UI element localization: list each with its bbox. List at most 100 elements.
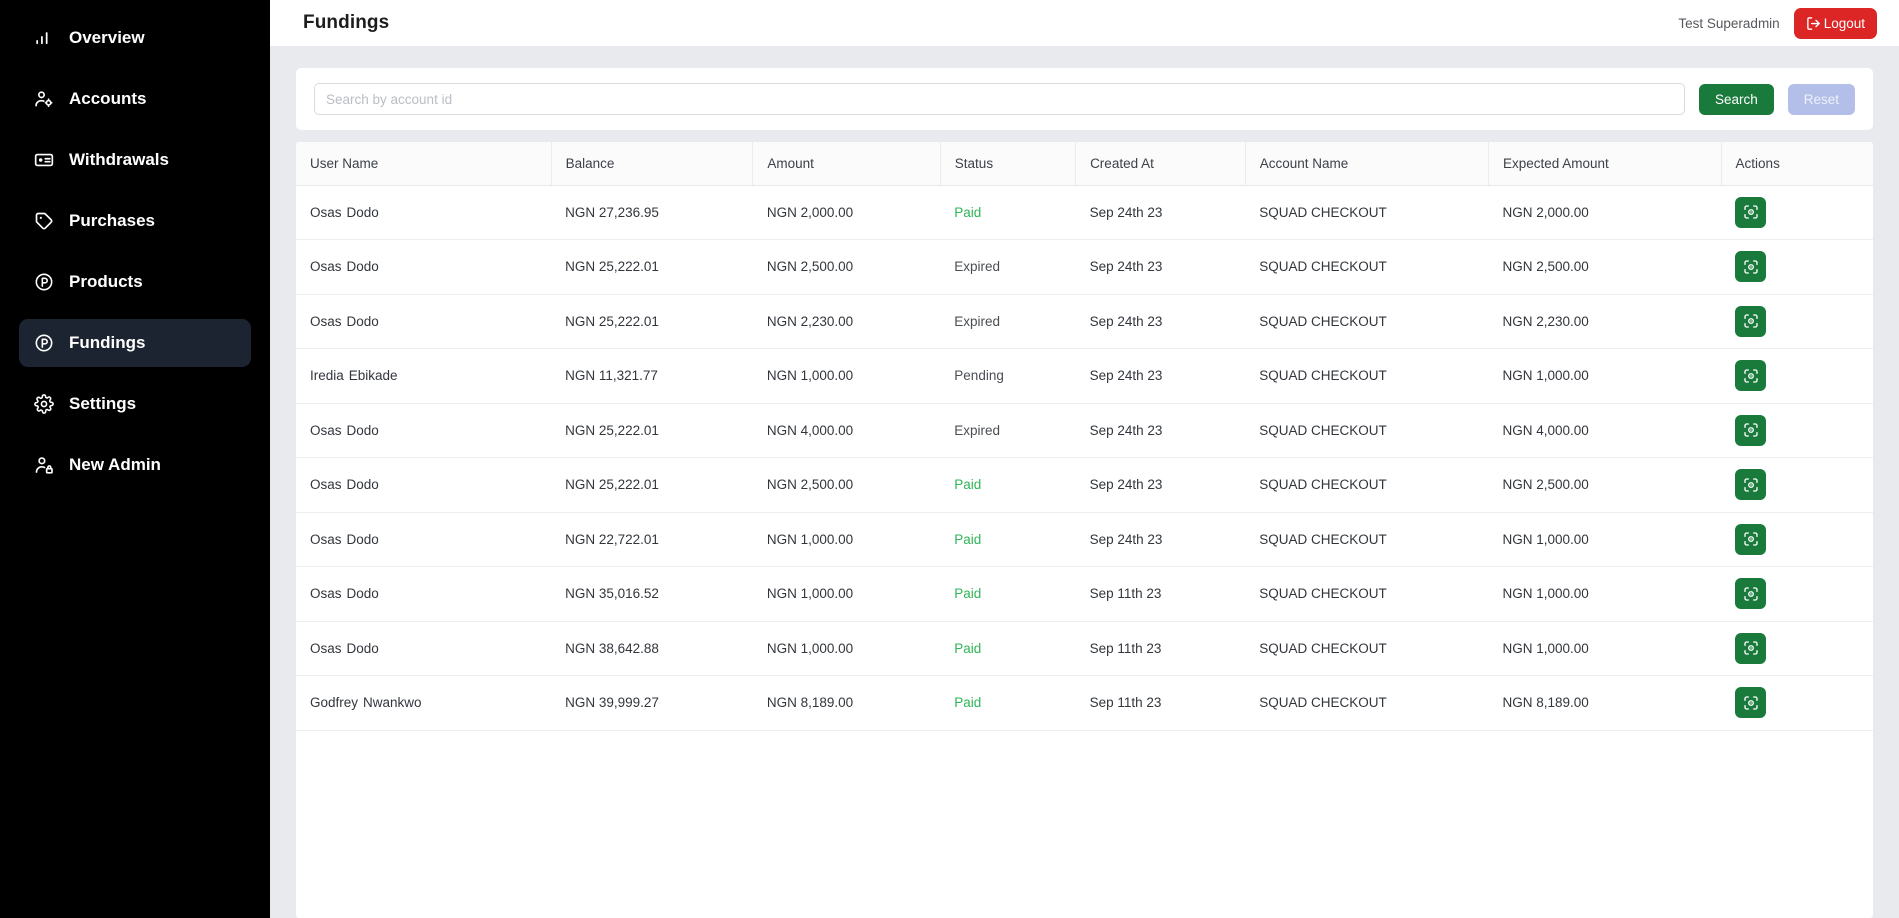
user-first-name: Osas [310,259,342,275]
column-header-user-name: User Name [296,142,552,186]
cell-balance: NGN 11,321.77 [551,348,753,404]
table-row: Godfrey Nwankwo NGN 39,999.27 NGN 8,189.00 P… [296,675,1873,731]
cell-account-name: SQUAD CHECKOUT [1245,457,1489,513]
cell-actions [1721,566,1873,622]
search-input[interactable] [314,83,1685,115]
cell-amount: NGN 2,500.00 [752,457,941,513]
status-badge: Expired [954,422,1001,438]
cell-created-at: Sep 24th 23 [1075,512,1246,567]
cell-amount: NGN 1,000.00 [752,566,941,622]
cell-user-name: Osas Dodo [296,512,552,567]
cell-created-at: Sep 24th 23 [1075,294,1246,349]
view-funding-button[interactable] [1735,251,1767,283]
status-badge: Pending [954,368,1004,384]
sidebar-item-products[interactable]: Products [19,258,251,306]
bar-chart-icon [33,28,54,49]
cell-expected-amount: NGN 1,000.00 [1488,512,1722,567]
cell-expected-amount: NGN 1,000.00 [1488,621,1722,676]
tag-icon [33,211,54,232]
search-button[interactable]: Search [1698,83,1774,115]
view-funding-button[interactable] [1735,687,1767,719]
table-row: Osas Dodo NGN 35,016.52 NGN 1,000.00 Paid Sep… [296,566,1873,622]
cell-user-name: Godfrey Nwankwo [296,675,552,731]
column-header-created-at: Created At [1075,142,1246,186]
cell-account-name: SQUAD CHECKOUT [1245,348,1489,404]
column-header-expected-amount: Expected Amount [1488,142,1722,186]
cell-balance: NGN 25,222.01 [551,294,753,349]
status-badge: Paid [954,531,982,547]
logout-label: Logout [1823,15,1865,31]
sidebar-item-label: Accounts [69,89,147,108]
view-funding-button[interactable] [1735,469,1767,501]
table-row: Osas Dodo NGN 22,722.01 NGN 1,000.00 Paid Sep… [296,512,1873,567]
status-badge: Paid [954,586,982,602]
cell-expected-amount: NGN 1,000.00 [1488,566,1722,622]
sidebar-item-fundings[interactable]: Fundings [19,319,251,367]
user-last-name: Ebikade [348,368,398,384]
sidebar-item-accounts[interactable]: Accounts [19,75,251,123]
cell-user-name: Osas Dodo [296,621,552,676]
cell-created-at: Sep 24th 23 [1075,239,1246,295]
sidebar-item-settings[interactable]: Settings [19,380,251,428]
cell-created-at: Sep 11th 23 [1075,566,1246,622]
user-first-name: Osas [310,586,342,602]
cell-actions [1721,621,1873,676]
cell-balance: NGN 25,222.01 [551,403,753,458]
scan-view-icon [1743,586,1759,602]
cell-user-name: Iredia Ebikade [296,348,552,404]
table-row: Osas Dodo NGN 25,222.01 NGN 2,500.00 Expired… [296,239,1873,295]
cell-status: Paid [940,621,1076,676]
cell-created-at: Sep 24th 23 [1075,403,1246,458]
cell-account-name: SQUAD CHECKOUT [1245,512,1489,567]
user-first-name: Osas [310,477,342,493]
sidebar-item-withdrawals[interactable]: Withdrawals [19,136,251,184]
reset-button[interactable]: Reset [1787,83,1855,115]
sidebar-item-overview[interactable]: Overview [19,14,251,62]
status-badge: Paid [954,640,982,656]
cell-balance: NGN 39,999.27 [551,675,753,731]
view-funding-button[interactable] [1735,360,1767,392]
cell-status: Expired [940,239,1076,295]
status-badge: Expired [954,259,1001,275]
cell-user-name: Osas Dodo [296,403,552,458]
view-funding-button[interactable] [1735,523,1767,555]
user-cog-icon [33,89,54,110]
cell-expected-amount: NGN 8,189.00 [1488,675,1722,731]
top-bar: Fundings Test Superadmin Logout [270,0,1899,46]
cell-expected-amount: NGN 2,500.00 [1488,239,1722,295]
cell-amount: NGN 2,500.00 [752,239,941,295]
cell-balance: NGN 22,722.01 [551,512,753,567]
cell-account-name: SQUAD CHECKOUT [1245,566,1489,622]
logout-button[interactable]: Logout [1793,7,1877,39]
view-funding-button[interactable] [1735,305,1767,337]
status-badge: Paid [954,695,982,711]
sidebar-item-new-admin[interactable]: New Admin [19,441,251,489]
logout-icon [1806,16,1821,31]
cell-expected-amount: NGN 4,000.00 [1488,403,1722,458]
cell-actions [1721,512,1873,567]
cell-created-at: Sep 11th 23 [1075,621,1246,676]
cell-user-name: Osas Dodo [296,566,552,622]
table-row: Osas Dodo NGN 25,222.01 NGN 2,500.00 Paid Sep… [296,457,1873,513]
cell-actions [1721,239,1873,295]
view-funding-button[interactable] [1735,196,1767,228]
sidebar-item-label: Purchases [69,211,155,230]
column-header-amount: Amount [752,142,941,186]
scan-view-icon [1743,204,1759,220]
sidebar-item-purchases[interactable]: Purchases [19,197,251,245]
sidebar-item-label: Settings [69,394,137,413]
user-last-name: Dodo [346,204,379,220]
view-funding-button[interactable] [1735,414,1767,446]
cell-created-at: Sep 24th 23 [1075,185,1246,240]
view-funding-button[interactable] [1735,632,1767,664]
cell-user-name: Osas Dodo [296,294,552,349]
cell-expected-amount: NGN 2,000.00 [1488,185,1722,240]
cell-amount: NGN 1,000.00 [752,348,941,404]
scan-view-icon [1743,531,1759,547]
fundings-table: User Name Balance Amount Status Created At Ac… [296,142,1873,731]
cell-status: Paid [940,512,1076,567]
view-funding-button[interactable] [1735,578,1767,610]
cell-amount: NGN 2,000.00 [752,185,941,240]
column-header-actions: Actions [1721,142,1873,186]
top-bar-right: Test Superadmin Logout [1678,7,1877,39]
